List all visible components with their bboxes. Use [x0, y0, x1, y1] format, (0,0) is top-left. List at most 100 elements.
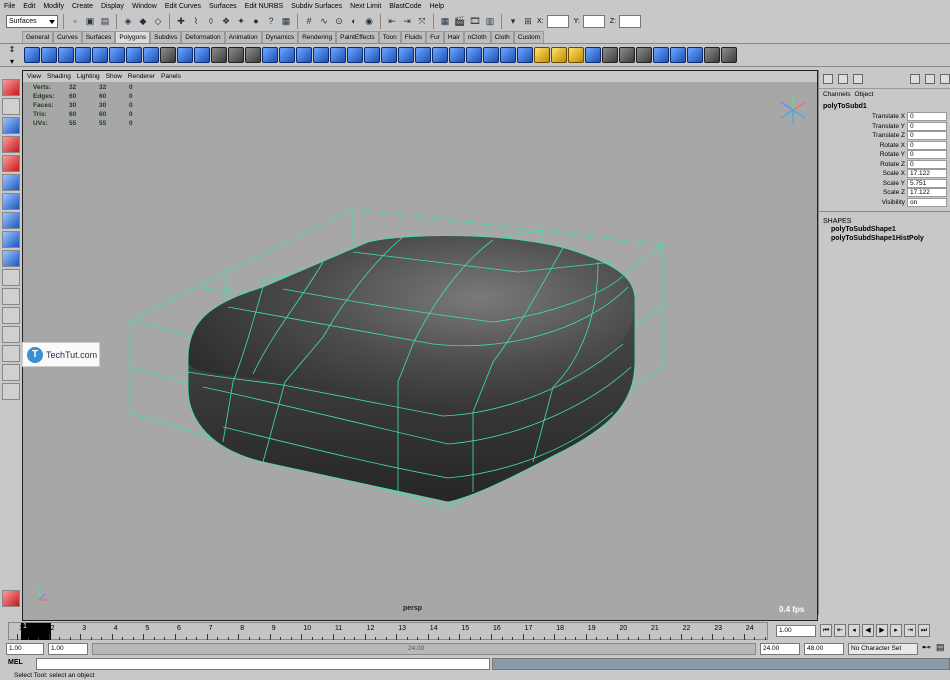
sew-uv-icon[interactable] [653, 47, 669, 63]
unfold-icon[interactable] [687, 47, 703, 63]
step-forward-key-icon[interactable]: ⇥ [904, 624, 916, 637]
attribute-row[interactable]: Translate X0 [819, 112, 950, 122]
attribute-value[interactable]: on [907, 197, 947, 207]
universal-manipulator-icon[interactable] [2, 193, 20, 210]
select-misc-icon[interactable]: ? [265, 15, 277, 28]
persp-outliner-layout-icon[interactable] [2, 307, 20, 324]
attribute-value[interactable]: 17.122 [907, 169, 947, 179]
render-view-icon[interactable]: ▦ [439, 15, 451, 28]
maya-logo-icon[interactable] [2, 590, 20, 607]
viewport-menu-panels[interactable]: Panels [161, 73, 181, 80]
viewport-menu-renderer[interactable]: Renderer [128, 73, 155, 80]
menu-item-edit-nurbs[interactable]: Edit NURBS [245, 3, 284, 10]
save-scene-icon[interactable]: ▤ [99, 15, 111, 28]
time-slider-bar[interactable]: 1 1 2 3 4 5 6 7 8 9 10 11 12 13 14 15 16 17 18 19 20 21 22 23 2… [8, 622, 768, 640]
viewport-menu-lighting[interactable]: Lighting [77, 73, 100, 80]
quadrangulate-icon[interactable] [330, 47, 346, 63]
perspective-viewport[interactable]: View Shading Lighting Show Renderer Panels [22, 70, 818, 621]
smooth-icon[interactable] [279, 47, 295, 63]
select-curves-icon[interactable]: ⌇ [190, 15, 202, 28]
shelf-tab-fluids[interactable]: Fluids [400, 31, 427, 43]
poly-cylinder-icon[interactable] [58, 47, 74, 63]
four-view-layout-icon[interactable] [2, 288, 20, 305]
attribute-row[interactable]: Scale X 17.122 [819, 169, 950, 179]
shelf-tab-painteffects[interactable]: PaintEffects [336, 31, 379, 43]
attribute-value[interactable]: 0 [907, 112, 947, 122]
shelf-tab-animation[interactable]: Animation [224, 31, 262, 43]
make-live-icon[interactable]: ◉ [363, 15, 375, 28]
current-time-marker[interactable]: 1 [21, 623, 51, 640]
menu-item-window[interactable]: Window [132, 3, 157, 10]
new-scene-icon[interactable]: ▫ [69, 15, 81, 28]
poly-torus-icon[interactable] [109, 47, 125, 63]
end-time-field[interactable]: 48.00 [804, 643, 844, 655]
boolean-union-icon[interactable] [211, 47, 227, 63]
render-icon[interactable]: 🎬 [454, 15, 466, 28]
attribute-row[interactable]: Rotate Z0 [819, 159, 950, 170]
shelf-tab-ncloth[interactable]: nCloth [463, 31, 491, 43]
mirror-icon[interactable] [262, 47, 278, 63]
lasso-tool-icon[interactable] [2, 98, 20, 115]
boolean-difference-icon[interactable] [228, 47, 244, 63]
last-tool-icon[interactable] [2, 250, 20, 267]
select-hierarchy-icon[interactable]: ◈ [122, 15, 134, 28]
menu-set-dropdown[interactable]: Surfaces [6, 15, 58, 28]
select-deform-icon[interactable]: ❖ [220, 15, 232, 28]
select-surfaces-icon[interactable]: ◊ [205, 15, 217, 28]
history-icon[interactable]: ⤧ [416, 15, 428, 28]
tool-settings-icon[interactable] [853, 74, 863, 84]
snap-curve-icon[interactable]: ∿ [318, 15, 330, 28]
menu-item-next-limit[interactable]: Next Limit [350, 3, 381, 10]
layer-editor-icon[interactable] [910, 74, 920, 84]
attribute-editor-icon[interactable] [838, 74, 848, 84]
command-input[interactable] [36, 658, 490, 670]
attribute-value[interactable]: 0 [907, 140, 947, 150]
collapse-icon[interactable] [500, 47, 516, 63]
menu-item-help[interactable]: Help [430, 3, 444, 10]
checker-icon[interactable] [619, 47, 635, 63]
channel-box-icon[interactable] [823, 74, 833, 84]
shelf-tab-toon[interactable]: Toon [378, 31, 401, 43]
custom-layout-icon[interactable] [2, 383, 20, 400]
shelf-tab-polygons[interactable]: Polygons [115, 31, 151, 43]
viewport-menu-show[interactable]: Show [106, 73, 122, 80]
single-perspective-layout-icon[interactable] [2, 269, 20, 286]
select-component-icon[interactable]: ◇ [152, 15, 164, 28]
shelf-tab-custom[interactable]: Custom [513, 31, 545, 43]
snap-view-plane-icon[interactable]: ◐ [348, 15, 360, 28]
shelf-tab-surfaces[interactable]: Surfaces [81, 31, 116, 43]
shelf-tab-cloth[interactable]: Cloth [490, 31, 514, 43]
time-slider[interactable]: 1 1 2 3 4 5 6 7 8 9 10 11 12 13 14 15 16 17 18 19 20 21 22 23 2… [0, 621, 950, 641]
poly-soccer-icon[interactable] [160, 47, 176, 63]
attribute-row[interactable]: Scale Y 5.751 [819, 178, 950, 189]
poly-cube-icon[interactable] [41, 47, 57, 63]
uv-editor-icon[interactable] [602, 47, 618, 63]
current-time-field[interactable]: 1.00 [776, 625, 816, 637]
play-forward-icon[interactable]: ▶ [876, 624, 888, 637]
output-ops-icon[interactable]: ⇥ [401, 15, 413, 28]
render-layers-icon[interactable] [940, 74, 950, 84]
node-name[interactable]: polyToSubd1 [819, 102, 950, 112]
merge-icon[interactable] [483, 47, 499, 63]
attribute-value[interactable]: 0 [907, 131, 947, 141]
move-tool-icon[interactable] [2, 136, 20, 153]
menu-item-create[interactable]: Create [72, 3, 93, 10]
poly-plane-icon[interactable] [92, 47, 108, 63]
shelf-tab-fur[interactable]: Fur [426, 31, 444, 43]
paint-select-tool-icon[interactable] [2, 117, 20, 134]
shape-node-1[interactable]: polyToSubdShape1 [823, 225, 950, 234]
shelf-tab-dynamics[interactable]: Dynamics [261, 31, 299, 43]
insert-edge-loop-icon[interactable] [432, 47, 448, 63]
character-set-dropdown[interactable]: No Character Set [848, 643, 918, 655]
input-line-mode-icon[interactable]: ▾ [507, 15, 519, 28]
auto-key-icon[interactable]: ⊷ [922, 642, 931, 653]
x-field[interactable] [546, 15, 569, 28]
playback-end-field[interactable]: 24.00 [760, 643, 800, 655]
cut-uv-icon[interactable] [670, 47, 686, 63]
attribute-value[interactable]: 0 [907, 121, 947, 131]
start-time-field[interactable]: 1.00 [6, 643, 44, 655]
shelf-tab-hair[interactable]: Hair [443, 31, 464, 43]
y-field[interactable] [582, 15, 605, 28]
poly-sphere-icon[interactable] [24, 47, 40, 63]
extrude-icon[interactable] [364, 47, 380, 63]
